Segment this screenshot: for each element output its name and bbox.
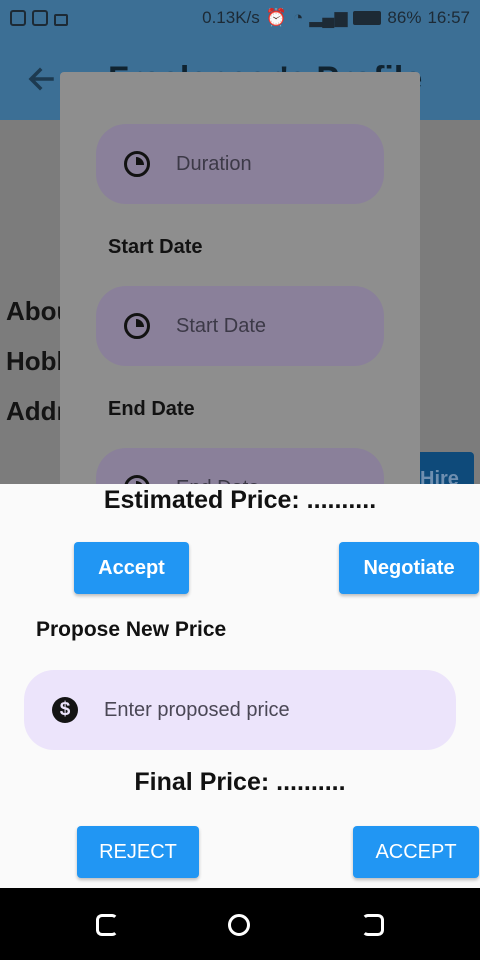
duration-field[interactable]: Duration [96,124,384,204]
final-price: Final Price: .......... [134,768,346,796]
status-bar: 0.13K/s ⏰ ◔ ▂▄▆ 86% 16:57 [0,0,480,36]
end-date-label: End Date [108,398,195,420]
wifi-icon: ◔ [292,8,304,27]
network-speed: 0.13K/s [202,8,260,27]
clock-icon [124,313,150,339]
start-date-placeholder: Start Date [176,314,267,337]
home-icon[interactable] [228,914,250,936]
duration-placeholder: Duration [176,152,252,175]
battery-level: 86% [387,8,422,27]
clock-time: 16:57 [427,8,470,27]
price-placeholder: Enter proposed price [104,698,290,721]
start-date-label: Start Date [108,236,203,258]
estimated-price: Estimated Price: .......... [103,486,377,514]
lock-icon [54,14,68,26]
back-nav-icon[interactable] [362,914,384,936]
propose-price-label: Propose New Price [36,618,227,641]
dollar-icon: $ [52,697,78,723]
alarm-icon: ⏰ [265,8,287,27]
booking-dialog: Duration Start Date Start Date End Date … [60,72,420,492]
clock-icon [124,151,150,177]
message-icon [10,10,26,26]
negotiate-button[interactable]: Negotiate [339,542,479,594]
system-nav-bar [0,888,480,960]
proposed-price-input[interactable]: $ Enter proposed price [24,670,456,750]
recents-icon[interactable] [96,914,118,936]
final-accept-button[interactable]: ACCEPT [353,826,479,878]
signal-icon: ▂▄▆ [309,8,348,27]
arrow-left-icon[interactable] [26,64,56,94]
image-icon [32,10,48,26]
start-date-field[interactable]: Start Date [96,286,384,366]
accept-button[interactable]: Accept [74,542,189,594]
battery-icon [353,11,382,25]
price-bottom-sheet: Estimated Price: .......... Accept Negot… [0,484,480,888]
reject-button[interactable]: REJECT [77,826,199,878]
